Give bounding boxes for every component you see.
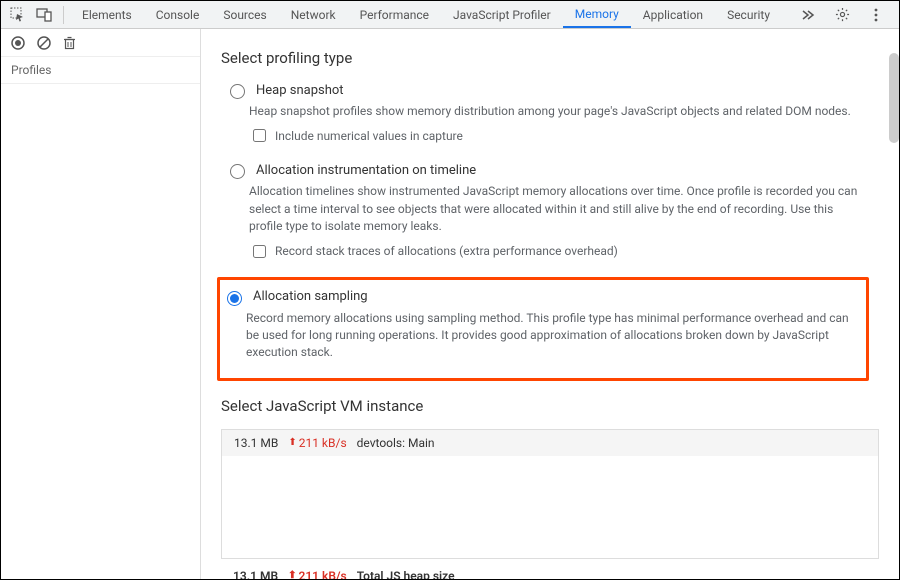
inspect-element-icon[interactable] [7, 4, 29, 26]
heap-footer-stats: 13.1 MB ⬆ 211 kB/s Total JS heap size [221, 559, 879, 579]
arrow-up-icon: ⬆ [288, 570, 296, 579]
radio-heap-snapshot[interactable] [230, 84, 245, 99]
vm-mem-rate: ⬆ 211 kB/s [288, 436, 346, 450]
option-sub-record-stack[interactable]: Record stack traces of allocations (extr… [249, 242, 879, 261]
option-sub-label: Record stack traces of allocations (extr… [275, 244, 618, 258]
footer-mem-rate-value: 211 kB/s [298, 569, 346, 579]
kebab-menu-icon[interactable] [865, 4, 887, 26]
more-tabs-icon[interactable] [797, 4, 819, 26]
tab-performance[interactable]: Performance [348, 1, 441, 28]
profiles-section-header: Profiles [1, 57, 200, 84]
devtools-topbar: Elements Console Sources Network Perform… [1, 1, 899, 29]
topbar-right [795, 4, 895, 26]
radio-allocation-timeline[interactable] [230, 164, 245, 179]
radio-allocation-sampling[interactable] [227, 291, 242, 306]
arrow-up-icon: ⬆ [288, 437, 296, 448]
tab-javascript-profiler[interactable]: JavaScript Profiler [441, 1, 563, 28]
checkbox-include-numerical[interactable] [253, 129, 266, 142]
tab-security[interactable]: Security [715, 1, 782, 28]
option-heap-snapshot-row[interactable]: Heap snapshot [225, 81, 879, 99]
tab-elements[interactable]: Elements [70, 1, 144, 28]
footer-mem-rate: ⬆ 211 kB/s [288, 569, 347, 579]
footer-label: Total JS heap size [357, 569, 455, 579]
main-area: Profiles Select profiling type Heap snap… [1, 29, 899, 579]
clear-icon[interactable] [37, 36, 51, 50]
option-allocation-sampling-row[interactable]: Allocation sampling [222, 288, 860, 306]
panel-tabs: Elements Console Sources Network Perform… [70, 1, 795, 28]
tab-application[interactable]: Application [631, 1, 715, 28]
scrollbar-thumb[interactable] [889, 53, 899, 143]
option-label: Allocation sampling [253, 289, 368, 304]
delete-icon[interactable] [63, 36, 76, 50]
checkbox-record-stack[interactable] [253, 245, 266, 258]
option-desc: Record memory allocations using sampling… [246, 310, 860, 362]
vm-name: devtools: Main [357, 436, 435, 450]
vm-instance-title: Select JavaScript VM instance [221, 397, 879, 415]
tab-network[interactable]: Network [279, 1, 348, 28]
option-label: Heap snapshot [256, 83, 344, 98]
option-heap-snapshot: Heap snapshot Heap snapshot profiles sho… [221, 81, 879, 145]
separator [63, 6, 64, 24]
tab-console[interactable]: Console [144, 1, 212, 28]
footer-mem-size: 13.1 MB [233, 569, 278, 579]
tab-memory[interactable]: Memory [563, 1, 631, 28]
vm-mem-size: 13.1 MB [234, 436, 278, 450]
option-sub-label: Include numerical values in capture [275, 129, 463, 143]
option-desc: Heap snapshot profiles show memory distr… [249, 103, 869, 120]
option-allocation-timeline: Allocation instrumentation on timeline A… [221, 161, 879, 260]
option-allocation-sampling: Allocation sampling Record memory alloca… [217, 277, 869, 381]
device-toolbar-icon[interactable] [33, 4, 55, 26]
profiles-sidebar: Profiles [1, 29, 201, 579]
tab-sources[interactable]: Sources [211, 1, 278, 28]
option-allocation-timeline-row[interactable]: Allocation instrumentation on timeline [225, 161, 879, 179]
vm-instance-row[interactable]: 13.1 MB ⬆ 211 kB/s devtools: Main [222, 430, 878, 456]
memory-panel-content: Select profiling type Heap snapshot Heap… [201, 29, 899, 579]
profiling-type-title: Select profiling type [221, 49, 879, 67]
option-label: Allocation instrumentation on timeline [256, 163, 476, 178]
vm-mem-rate-value: 211 kB/s [299, 436, 347, 450]
settings-gear-icon[interactable] [831, 4, 853, 26]
vm-instance-list: 13.1 MB ⬆ 211 kB/s devtools: Main [221, 429, 879, 559]
option-sub-include-numerical[interactable]: Include numerical values in capture [249, 126, 879, 145]
record-icon[interactable] [11, 36, 25, 50]
profiles-toolbar [1, 29, 200, 57]
option-desc: Allocation timelines show instrumented J… [249, 183, 869, 235]
